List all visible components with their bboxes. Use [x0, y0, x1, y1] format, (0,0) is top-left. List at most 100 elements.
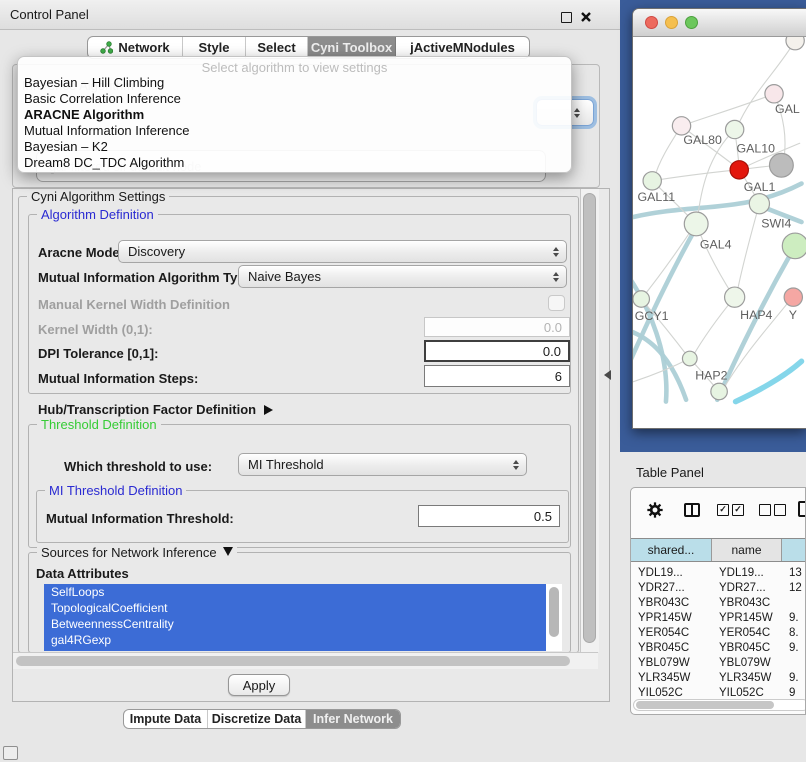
- tab-impute-data[interactable]: Impute Data: [124, 710, 208, 728]
- column-header[interactable]: name: [712, 539, 782, 561]
- table-cell: YBR043C: [712, 597, 782, 609]
- zoom-light-icon[interactable]: [685, 16, 698, 29]
- column-header[interactable]: [782, 539, 806, 561]
- tab-style[interactable]: Style: [183, 37, 246, 58]
- table-row[interactable]: YDR27...YDR27...12: [631, 580, 806, 595]
- table-row[interactable]: YBR043CYBR043C: [631, 595, 806, 610]
- hub-definition-toggle[interactable]: Hub/Transcription Factor Definition: [38, 402, 273, 417]
- algorithm-option[interactable]: Basic Correlation Inference: [18, 91, 571, 107]
- algorithm-dropdown-popup: Select algorithm to view settings Bayesi…: [17, 56, 572, 173]
- network-edge: [633, 359, 690, 383]
- list-item[interactable]: TopologicalCoefficient: [44, 600, 546, 616]
- table-row[interactable]: YBR045CYBR045C9.: [631, 640, 806, 655]
- network-window-titlebar[interactable]: [633, 9, 806, 37]
- node-label-gcy1: GCY1: [635, 309, 669, 323]
- unchecked-checkbox-icon[interactable]: [774, 504, 786, 516]
- tab-infer-network[interactable]: Infer Network: [306, 710, 400, 728]
- network-node[interactable]: [769, 153, 793, 177]
- tab-cyni-toolbox[interactable]: Cyni Toolbox: [308, 37, 396, 58]
- chevron-right-icon: [264, 405, 273, 415]
- table-window: ✓ ✓ shared...name YDL19...YDL19...13 YDR2…: [630, 487, 806, 715]
- list-item[interactable]: gal4RGexp: [44, 632, 546, 648]
- network-node-swi4[interactable]: [749, 194, 769, 214]
- data-attributes-label: Data Attributes: [36, 566, 129, 581]
- column-header[interactable]: shared...: [631, 539, 712, 561]
- algorithm-option[interactable]: Bayesian – Hill Climbing: [18, 75, 571, 91]
- settings-vertical-scrollbar-thumb[interactable]: [583, 193, 596, 643]
- restore-icon[interactable]: [561, 12, 572, 23]
- table-cell: 13: [782, 567, 806, 579]
- table-cell: YDR27...: [631, 582, 712, 594]
- list-scrollbar[interactable]: [549, 587, 559, 637]
- network-node[interactable]: [782, 233, 806, 259]
- splitter-collapse-icon[interactable]: [604, 370, 611, 380]
- network-node-gal10[interactable]: [725, 120, 743, 138]
- checked-checkbox-icon[interactable]: ✓: [717, 504, 729, 516]
- network-node-gal1[interactable]: [730, 161, 748, 179]
- algorithm-option[interactable]: ARACNE Algorithm: [18, 107, 571, 123]
- list-item[interactable]: BetweennessCentrality: [44, 616, 546, 632]
- split-columns-icon[interactable]: [684, 503, 700, 517]
- mi-type-combo[interactable]: Naive Bayes: [238, 265, 567, 288]
- dpi-tolerance-value: 0.0: [543, 344, 561, 359]
- sources-group-title[interactable]: Sources for Network Inference: [37, 545, 237, 560]
- table-row[interactable]: YIL052CYIL052C9: [631, 685, 806, 700]
- tab-select[interactable]: Select: [246, 37, 308, 58]
- list-item[interactable]: SelfLoops: [44, 584, 546, 600]
- control-panel-title: Control Panel: [10, 7, 89, 22]
- network-node-hap2[interactable]: [682, 351, 697, 366]
- table-horizontal-scrollbar[interactable]: [633, 699, 806, 711]
- cyni-bottom-tabs: Impute DataDiscretize DataInfer Network: [123, 709, 401, 729]
- threshold-definition-title: Threshold Definition: [37, 417, 161, 432]
- mi-steps-input[interactable]: 6: [424, 365, 570, 387]
- network-node-gcy1[interactable]: [633, 291, 649, 307]
- algorithm-definition-title: Algorithm Definition: [37, 207, 158, 222]
- tab-label: jActiveMNodules: [410, 40, 515, 55]
- table-row[interactable]: YLR345WYLR345W9.: [631, 670, 806, 685]
- which-threshold-combo[interactable]: MI Threshold: [238, 453, 527, 476]
- algorithm-option[interactable]: Mutual Information Inference: [18, 123, 571, 139]
- close-light-icon[interactable]: [645, 16, 658, 29]
- network-node-y[interactable]: [784, 288, 802, 306]
- network-canvas[interactable]: GALGAL80GAL10GAL1GAL11SWI4GAL4GCY1HAP4YH…: [633, 37, 806, 429]
- checked-checkbox-icon[interactable]: ✓: [732, 504, 744, 516]
- network-node[interactable]: [786, 37, 804, 50]
- algorithm-option[interactable]: Bayesian – K2: [18, 139, 571, 155]
- network-node-gal4[interactable]: [684, 212, 708, 236]
- float-window-icon[interactable]: [3, 746, 18, 760]
- unchecked-checkbox-icon[interactable]: [759, 504, 771, 516]
- table-row[interactable]: YBL079WYBL079W: [631, 655, 806, 670]
- tab-network[interactable]: Network: [88, 37, 183, 58]
- table-row[interactable]: YER054CYER054C8.: [631, 625, 806, 640]
- list-item-partial: [44, 648, 546, 651]
- table-cell: YIL052C: [631, 687, 712, 699]
- table-cell: 12: [782, 582, 806, 594]
- table-cell: 9: [782, 687, 806, 699]
- tab-discretize-data[interactable]: Discretize Data: [208, 710, 306, 728]
- algorithm-option[interactable]: Dream8 DC_TDC Algorithm: [18, 155, 571, 171]
- tab-jactivemnodules[interactable]: jActiveMNodules: [396, 37, 529, 58]
- gear-icon[interactable]: [646, 501, 664, 524]
- dpi-tolerance-input[interactable]: 0.0: [424, 340, 570, 362]
- close-icon[interactable]: [580, 10, 592, 22]
- network-node-gal[interactable]: [765, 85, 783, 103]
- stepper-icon: [513, 460, 519, 470]
- table-row[interactable]: YPR145WYPR145W9.: [631, 610, 806, 625]
- aracne-mode-combo[interactable]: Discovery: [118, 240, 567, 263]
- network-node-hap4[interactable]: [725, 287, 745, 307]
- table-cell: YIL052C: [712, 687, 782, 699]
- apply-button[interactable]: Apply: [228, 674, 290, 696]
- minimize-light-icon[interactable]: [665, 16, 678, 29]
- manual-kernel-checkbox[interactable]: [548, 295, 565, 311]
- kernel-width-input[interactable]: 0.0: [424, 317, 570, 337]
- mi-threshold-input[interactable]: 0.5: [418, 505, 560, 527]
- data-attributes-list[interactable]: SelfLoopsTopologicalCoefficientBetweenne…: [44, 584, 562, 651]
- network-edge: [736, 204, 759, 296]
- settings-horizontal-scrollbar-thumb[interactable]: [16, 656, 570, 666]
- document-icon[interactable]: [798, 501, 806, 517]
- network-node-gal11[interactable]: [643, 172, 661, 190]
- table-cell: YBR045C: [631, 642, 712, 654]
- network-edge: [736, 361, 802, 401]
- table-row[interactable]: YDL19...YDL19...13: [631, 565, 806, 580]
- network-node[interactable]: [711, 383, 727, 399]
